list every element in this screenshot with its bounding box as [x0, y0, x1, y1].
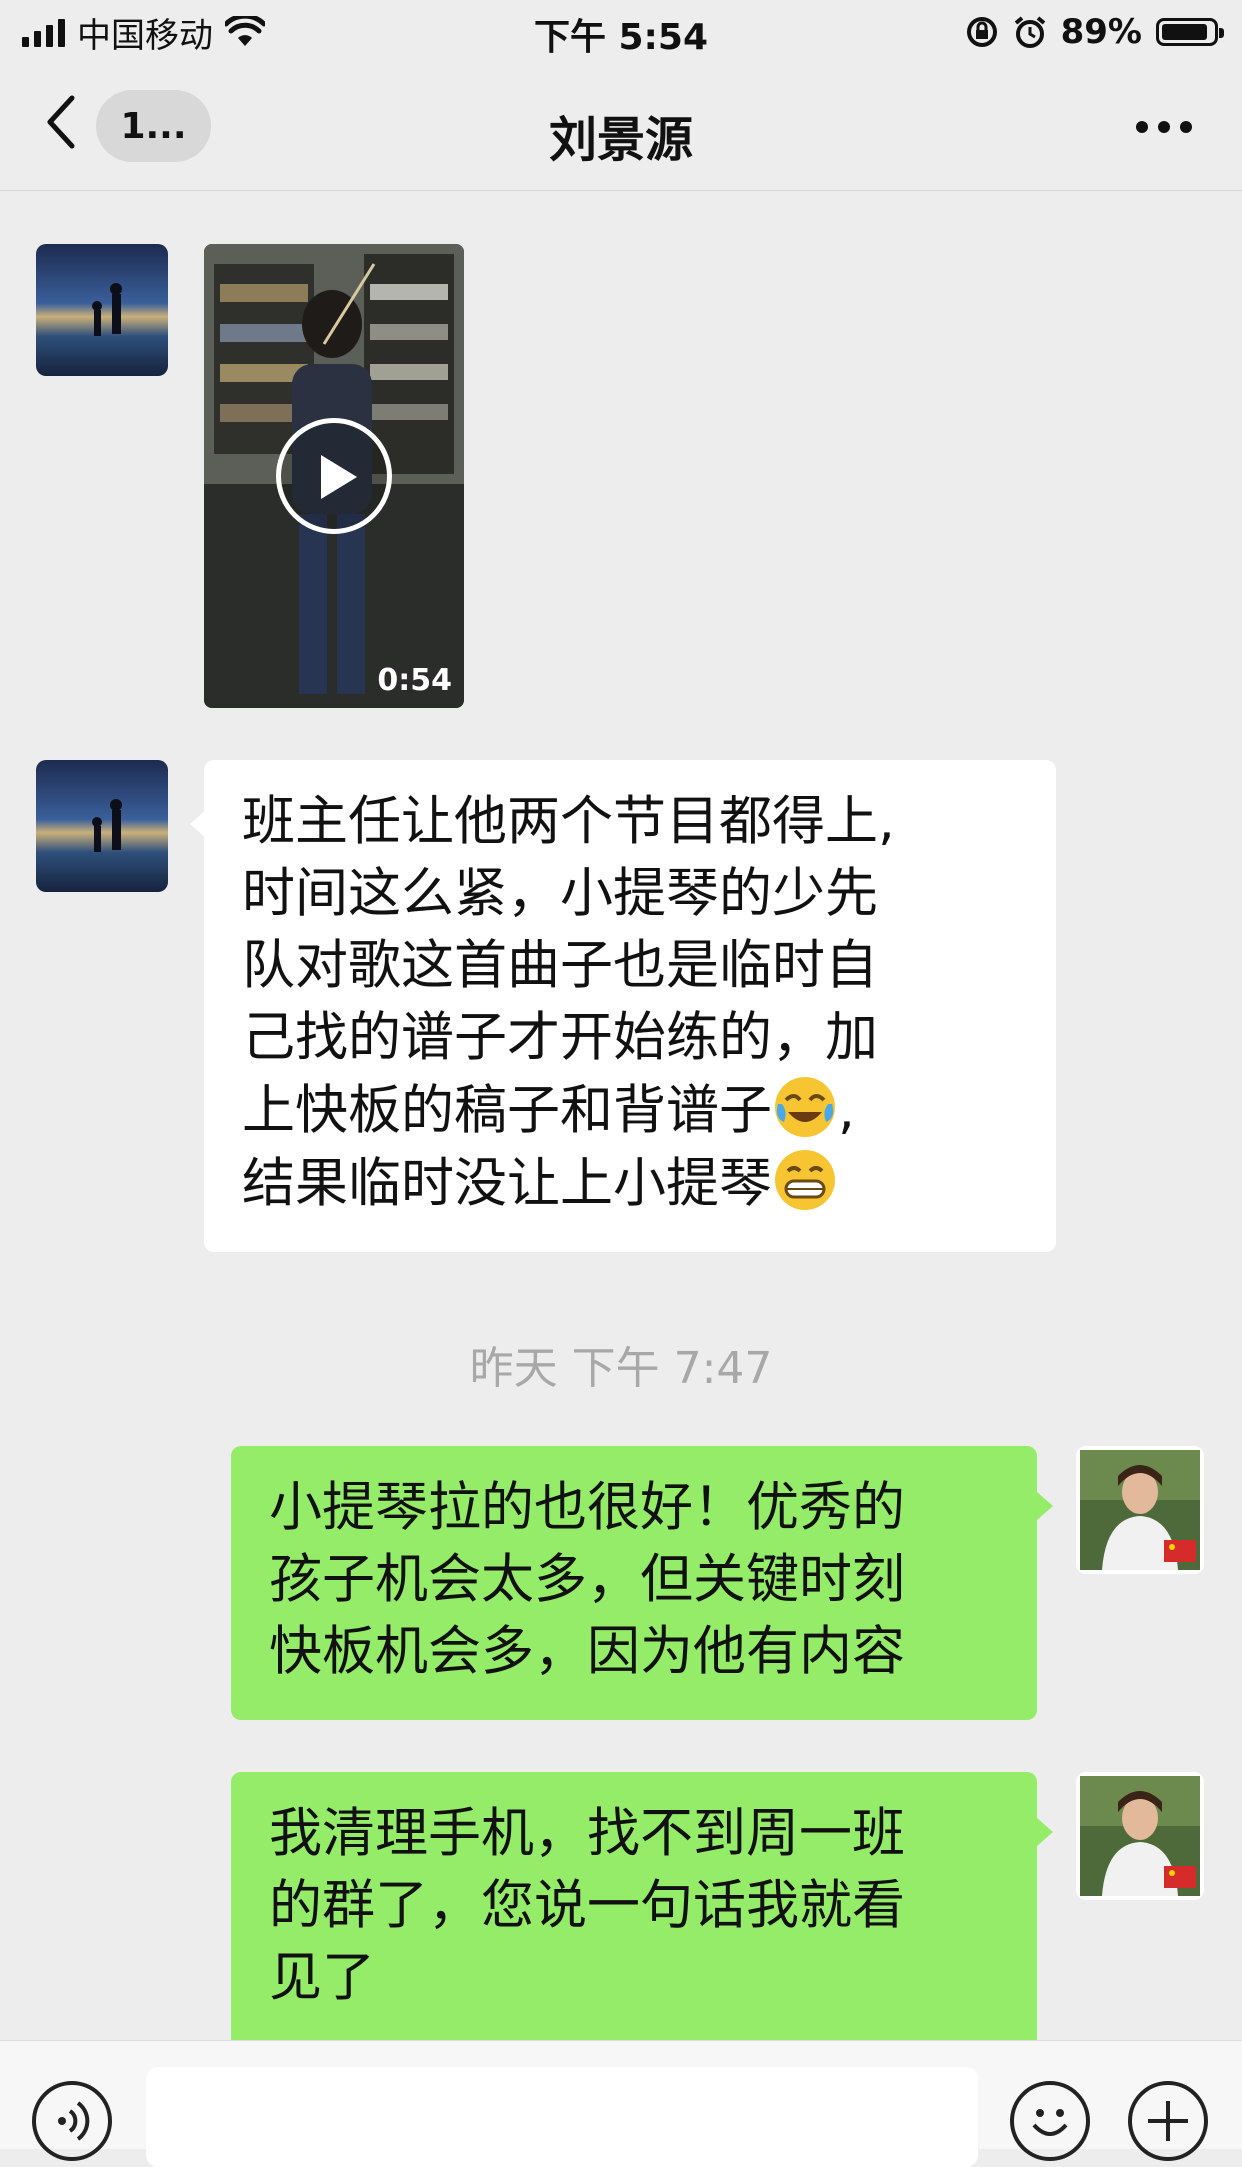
- outgoing-message-bubble[interactable]: 小提琴拉的也很好！优秀的 孩子机会太多，但关键时刻 快板机会多，因为他有内容: [231, 1446, 1053, 1720]
- play-button[interactable]: [276, 418, 392, 534]
- video-duration: 0:54: [377, 663, 452, 698]
- message-line: 结果临时没让上小提琴: [242, 1147, 1018, 1220]
- battery-fill: [1162, 24, 1207, 40]
- voice-icon: [58, 2101, 90, 2141]
- emoji-icon: [1032, 2109, 1068, 2136]
- message-text: 上快板的稿子和背谱子: [242, 1080, 772, 1141]
- my-avatar[interactable]: [1076, 1772, 1204, 1900]
- message-line: 快板机会多，因为他有内容: [269, 1621, 905, 1682]
- chat-title: 刘景源: [548, 112, 693, 168]
- battery-icon: [1156, 18, 1224, 46]
- incoming-message-bubble[interactable]: 班主任让他两个节目都得上, 时间这么紧，小提琴的少先 队对歌这首曲子也是临时自 …: [190, 760, 1056, 1252]
- message-line: 上快板的稿子和背谱子 ,: [242, 1074, 1018, 1147]
- message-text: 结果临时没让上小提琴: [242, 1153, 772, 1214]
- message-line: 队对歌这首曲子也是临时自: [242, 935, 878, 996]
- message-line: 我清理手机，找不到周一班: [269, 1803, 905, 1864]
- message-line: 见了: [269, 1947, 375, 2008]
- chat-header: 1... 刘景源: [0, 64, 1242, 191]
- bubble-tail: [190, 810, 206, 838]
- plus-icon: [1148, 2101, 1188, 2141]
- message-line: 孩子机会太多，但关键时刻: [269, 1549, 905, 1610]
- status-right: 89%: [965, 8, 1224, 56]
- grinning-emoji: [775, 1150, 835, 1210]
- crying-laughing-emoji: [775, 1077, 835, 1137]
- message-line: 班主任让他两个节目都得上,: [242, 791, 895, 852]
- battery-percent: 89%: [1060, 12, 1142, 52]
- alarm-icon: [1014, 16, 1045, 48]
- message-input[interactable]: [146, 2067, 978, 2167]
- status-bar: 中国移动 下午 5:54 89%: [0, 0, 1242, 64]
- orientation-lock-icon: [966, 17, 997, 47]
- contact-avatar[interactable]: [36, 244, 168, 376]
- voice-button[interactable]: [32, 2081, 112, 2161]
- bubble-tail: [1037, 1818, 1053, 1846]
- video-message[interactable]: 0:54: [204, 244, 464, 708]
- outgoing-message-bubble[interactable]: 我清理手机，找不到周一班 的群了，您说一句话我就看 见了: [231, 1772, 1053, 2072]
- message-line: 小提琴拉的也很好！优秀的: [269, 1477, 905, 1538]
- message-line: 己找的谱子才开始练的，加: [242, 1007, 878, 1068]
- message-line: 时间这么紧，小提琴的少先: [242, 863, 878, 924]
- more-functions-button[interactable]: [1128, 2081, 1208, 2161]
- message-text: ,: [838, 1080, 855, 1141]
- bubble-tail: [1037, 1492, 1053, 1520]
- input-toolbar: [0, 2040, 1242, 2167]
- emoji-button[interactable]: [1010, 2081, 1090, 2161]
- more-dots-icon[interactable]: [1134, 110, 1194, 144]
- contact-avatar[interactable]: [36, 760, 168, 892]
- my-avatar[interactable]: [1076, 1446, 1204, 1574]
- message-line: 的群了，您说一句话我就看: [269, 1875, 905, 1936]
- chat-timestamp: 昨天 下午 7:47: [469, 1343, 773, 1394]
- play-icon: [321, 455, 357, 499]
